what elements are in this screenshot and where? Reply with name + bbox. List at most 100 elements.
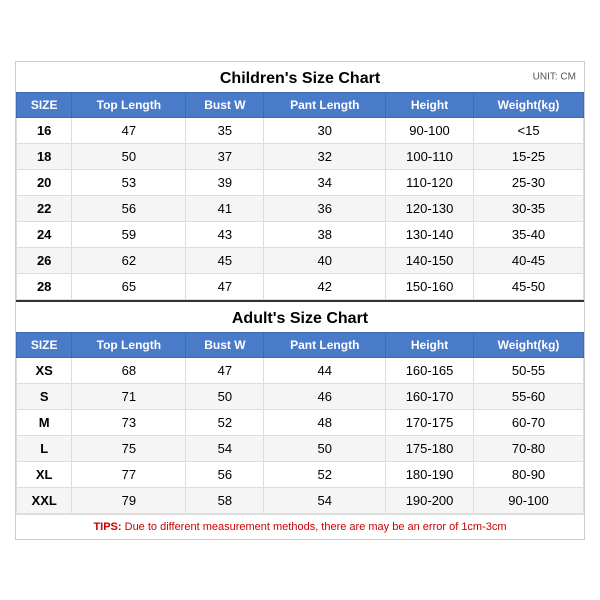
adults-table-cell: 170-175 <box>386 409 474 435</box>
adults-table-row: S715046160-17055-60 <box>17 383 584 409</box>
adults-table-cell: 56 <box>186 461 264 487</box>
adults-table-cell: XXL <box>17 487 72 513</box>
children-table-cell: 45-50 <box>474 273 584 299</box>
tips-label: TIPS: <box>93 521 121 533</box>
adults-table-cell: 190-200 <box>386 487 474 513</box>
children-table-row: 20533934110-12025-30 <box>17 169 584 195</box>
children-title-row: Children's Size Chart UNIT: CM <box>16 62 584 92</box>
children-header-cell: Bust W <box>186 92 264 117</box>
children-table-cell: 15-25 <box>474 143 584 169</box>
children-table-cell: 37 <box>186 143 264 169</box>
adults-header-cell: Pant Length <box>264 332 386 357</box>
adults-table-cell: 75 <box>72 435 186 461</box>
children-title: Children's Size Chart <box>220 70 380 87</box>
children-table-cell: 110-120 <box>386 169 474 195</box>
tips-row: TIPS: Due to different measurement metho… <box>16 514 584 539</box>
adults-table-cell: S <box>17 383 72 409</box>
children-table-cell: 100-110 <box>386 143 474 169</box>
children-table-cell: 35 <box>186 117 264 143</box>
children-table-row: 26624540140-15040-45 <box>17 247 584 273</box>
adults-title: Adult's Size Chart <box>232 310 368 327</box>
children-table-cell: 40 <box>264 247 386 273</box>
children-table-cell: 47 <box>72 117 186 143</box>
adults-table-row: XL775652180-19080-90 <box>17 461 584 487</box>
adults-table-row: XXL795854190-20090-100 <box>17 487 584 513</box>
adults-table-cell: 47 <box>186 357 264 383</box>
adults-table-cell: 70-80 <box>474 435 584 461</box>
children-table-cell: 24 <box>17 221 72 247</box>
unit-label: UNIT: CM <box>533 71 576 82</box>
children-table-cell: 47 <box>186 273 264 299</box>
children-header-row: SIZETop LengthBust WPant LengthHeightWei… <box>17 92 584 117</box>
children-table-cell: 20 <box>17 169 72 195</box>
adults-table-cell: 54 <box>186 435 264 461</box>
adults-table-cell: 175-180 <box>386 435 474 461</box>
children-table-cell: <15 <box>474 117 584 143</box>
adults-table-row: M735248170-17560-70 <box>17 409 584 435</box>
children-table-cell: 30-35 <box>474 195 584 221</box>
children-table-cell: 30 <box>264 117 386 143</box>
children-table-cell: 40-45 <box>474 247 584 273</box>
children-table-cell: 62 <box>72 247 186 273</box>
adults-table-cell: 80-90 <box>474 461 584 487</box>
adults-table-cell: 52 <box>186 409 264 435</box>
children-table-row: 18503732100-11015-25 <box>17 143 584 169</box>
children-table-cell: 130-140 <box>386 221 474 247</box>
adults-table-cell: 52 <box>264 461 386 487</box>
adults-table-cell: 79 <box>72 487 186 513</box>
children-table-cell: 150-160 <box>386 273 474 299</box>
children-table-cell: 65 <box>72 273 186 299</box>
children-table-cell: 50 <box>72 143 186 169</box>
adults-table-cell: 58 <box>186 487 264 513</box>
children-table-cell: 56 <box>72 195 186 221</box>
children-table-cell: 45 <box>186 247 264 273</box>
adults-table-cell: 54 <box>264 487 386 513</box>
adults-table-cell: 48 <box>264 409 386 435</box>
children-table-row: 1647353090-100<15 <box>17 117 584 143</box>
children-table-cell: 16 <box>17 117 72 143</box>
children-table-cell: 140-150 <box>386 247 474 273</box>
tips-text: Due to different measurement methods, th… <box>125 521 507 533</box>
adults-table-cell: 160-170 <box>386 383 474 409</box>
children-header-cell: Top Length <box>72 92 186 117</box>
children-table-cell: 22 <box>17 195 72 221</box>
adults-table-cell: M <box>17 409 72 435</box>
adults-table-cell: XS <box>17 357 72 383</box>
adults-header-cell: Top Length <box>72 332 186 357</box>
children-table-cell: 43 <box>186 221 264 247</box>
adults-header-row: SIZETop LengthBust WPant LengthHeightWei… <box>17 332 584 357</box>
adults-table-row: XS684744160-16550-55 <box>17 357 584 383</box>
adults-table-cell: 55-60 <box>474 383 584 409</box>
adults-table-cell: 50 <box>186 383 264 409</box>
children-table-cell: 41 <box>186 195 264 221</box>
children-table-cell: 25-30 <box>474 169 584 195</box>
adults-table-cell: 60-70 <box>474 409 584 435</box>
children-header-cell: Weight(kg) <box>474 92 584 117</box>
children-table-cell: 36 <box>264 195 386 221</box>
children-table-cell: 18 <box>17 143 72 169</box>
children-header-cell: SIZE <box>17 92 72 117</box>
adults-table-row: L755450175-18070-80 <box>17 435 584 461</box>
children-table-row: 22564136120-13030-35 <box>17 195 584 221</box>
adults-title-row: Adult's Size Chart <box>16 300 584 332</box>
adults-table-cell: 77 <box>72 461 186 487</box>
children-table-cell: 59 <box>72 221 186 247</box>
adults-table-cell: 68 <box>72 357 186 383</box>
adults-table-cell: 44 <box>264 357 386 383</box>
children-table-cell: 90-100 <box>386 117 474 143</box>
children-table-cell: 39 <box>186 169 264 195</box>
children-table-cell: 35-40 <box>474 221 584 247</box>
adults-table-cell: 46 <box>264 383 386 409</box>
adults-header-cell: Weight(kg) <box>474 332 584 357</box>
adults-header-cell: Bust W <box>186 332 264 357</box>
adults-header-cell: Height <box>386 332 474 357</box>
children-table-row: 24594338130-14035-40 <box>17 221 584 247</box>
adults-table-cell: 73 <box>72 409 186 435</box>
size-chart-container: Children's Size Chart UNIT: CM SIZETop L… <box>15 61 585 540</box>
children-table-cell: 34 <box>264 169 386 195</box>
children-table-cell: 120-130 <box>386 195 474 221</box>
children-table-cell: 53 <box>72 169 186 195</box>
children-table-cell: 26 <box>17 247 72 273</box>
children-table-cell: 42 <box>264 273 386 299</box>
children-header-cell: Pant Length <box>264 92 386 117</box>
